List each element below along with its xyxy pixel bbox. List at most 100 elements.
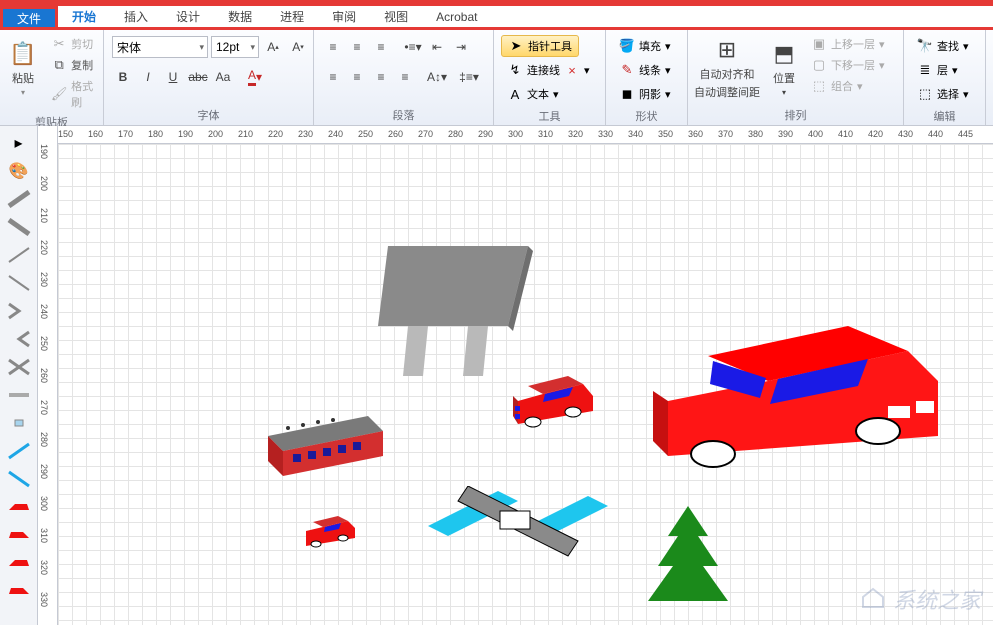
send-backward-button[interactable]: ▢下移一层▾ bbox=[808, 56, 888, 74]
font-color-button[interactable]: A▾ bbox=[244, 66, 266, 88]
shape-chevron-2[interactable] bbox=[5, 328, 33, 350]
shape-cross[interactable] bbox=[5, 356, 33, 378]
grow-font-button[interactable]: A▴ bbox=[262, 36, 284, 58]
pointer-tool-button[interactable]: ➤指针工具 bbox=[501, 35, 579, 57]
shape-line-1[interactable] bbox=[5, 188, 33, 210]
menu-tab-file[interactable]: 文件 bbox=[0, 6, 58, 27]
shape-blue-line-1[interactable] bbox=[5, 440, 33, 462]
connector-icon: ↯ bbox=[507, 62, 523, 78]
fill-button[interactable]: 🪣填充▾ bbox=[613, 35, 677, 57]
shape-line-3[interactable] bbox=[5, 244, 33, 266]
vertical-ruler: /*populated below*/ 19020021022023024025… bbox=[38, 126, 58, 625]
align-right-button[interactable]: ≡ bbox=[370, 66, 392, 88]
indent-decrease-button[interactable]: ⇤ bbox=[426, 36, 448, 58]
line-style-button[interactable]: ✎线条▾ bbox=[613, 59, 677, 81]
shape-palette-icon[interactable]: 🎨 bbox=[5, 160, 33, 182]
cut-button[interactable]: ✂剪切 bbox=[48, 35, 97, 53]
find-button[interactable]: 🔭查找▾ bbox=[911, 35, 975, 57]
house-icon bbox=[859, 587, 887, 611]
indent-increase-button[interactable]: ⇥ bbox=[450, 36, 472, 58]
font-family-combo[interactable]: 宋体 bbox=[112, 36, 208, 58]
menu-tab-home[interactable]: 开始 bbox=[58, 6, 110, 27]
menubar: 文件 开始 插入 设计 数据 进程 审阅 视图 Acrobat bbox=[0, 6, 993, 30]
x-icon: × bbox=[564, 62, 580, 78]
shape-car-3[interactable] bbox=[5, 552, 33, 574]
align-left-button[interactable]: ≡ bbox=[322, 66, 344, 88]
drawing-canvas[interactable]: 1501601701801902002102202302402502602702… bbox=[58, 126, 993, 625]
bring-forward-button[interactable]: ▣上移一层▾ bbox=[808, 35, 888, 53]
ribbon: 📋 粘贴 ▾ ✂剪切 ⧉复制 🖌格式刷 剪贴板 宋体 12pt A▴ A▾ B … bbox=[0, 30, 993, 126]
align-icon: ⊞ bbox=[713, 36, 741, 64]
align-center-button[interactable]: ≡ bbox=[346, 66, 368, 88]
menu-tab-review[interactable]: 审阅 bbox=[318, 6, 370, 27]
canvas-tiny-car[interactable] bbox=[303, 516, 363, 551]
shadow-icon: ◼ bbox=[619, 86, 635, 102]
canvas-small-car[interactable] bbox=[513, 376, 603, 431]
menu-tab-acrobat[interactable]: Acrobat bbox=[422, 6, 491, 27]
bold-button[interactable]: B bbox=[112, 66, 134, 88]
canvas-billboard[interactable] bbox=[378, 236, 538, 386]
arrange-group-label: 排列 bbox=[692, 107, 899, 123]
text-tool-button[interactable]: A文本▾ bbox=[501, 83, 565, 105]
line-spacing-button[interactable]: ‡≡▾ bbox=[458, 66, 480, 88]
canvas-tree[interactable] bbox=[638, 506, 738, 625]
bullets-button[interactable]: •≡▾ bbox=[402, 36, 424, 58]
shape-overpass[interactable] bbox=[5, 412, 33, 434]
copy-button[interactable]: ⧉复制 bbox=[48, 56, 97, 74]
canvas-large-car[interactable] bbox=[648, 326, 948, 476]
paste-button[interactable]: 📋 粘贴 ▾ bbox=[4, 32, 42, 104]
scissors-icon: ✂ bbox=[51, 36, 67, 52]
justify-button[interactable]: ≡ bbox=[394, 66, 416, 88]
shapes-panel: ▸ 🎨 bbox=[0, 126, 38, 625]
shape-line-2[interactable] bbox=[5, 216, 33, 238]
shrink-font-button[interactable]: A▾ bbox=[287, 36, 309, 58]
select-button[interactable]: ⬚选择▾ bbox=[911, 83, 975, 105]
horizontal-ruler: 1501601701801902002102202302402502602702… bbox=[58, 126, 993, 144]
shape-car-4[interactable] bbox=[5, 580, 33, 602]
connector-button[interactable]: ↯连接线×▾ bbox=[501, 59, 596, 81]
menu-tab-data[interactable]: 数据 bbox=[214, 6, 266, 27]
group-button[interactable]: ⬚组合▾ bbox=[808, 77, 888, 95]
shape-car-1[interactable] bbox=[5, 496, 33, 518]
layers-icon: ≣ bbox=[917, 62, 933, 78]
format-painter-button[interactable]: 🖌格式刷 bbox=[48, 77, 97, 111]
paste-label: 粘贴 bbox=[12, 70, 34, 86]
menu-tab-insert[interactable]: 插入 bbox=[110, 6, 162, 27]
watermark: 系统之家 bbox=[859, 583, 981, 615]
text-case-button[interactable]: Aa bbox=[212, 66, 234, 88]
auto-align-button[interactable]: ⊞ 自动对齐和 自动调整间距 bbox=[692, 32, 762, 104]
clipboard-icon: 📋 bbox=[9, 40, 37, 68]
shadow-button[interactable]: ◼阴影▾ bbox=[613, 83, 677, 105]
italic-button[interactable]: I bbox=[137, 66, 159, 88]
menu-tab-process[interactable]: 进程 bbox=[266, 6, 318, 27]
shape-line-4[interactable] bbox=[5, 272, 33, 294]
canvas-intersection[interactable] bbox=[428, 486, 608, 576]
shape-chevron-1[interactable] bbox=[5, 300, 33, 322]
position-button[interactable]: ⬒ 位置 ▾ bbox=[766, 32, 802, 104]
align-middle-button[interactable]: ≡ bbox=[346, 36, 368, 58]
backward-icon: ▢ bbox=[811, 57, 827, 73]
shape-car-2[interactable] bbox=[5, 524, 33, 546]
menu-tab-design[interactable]: 设计 bbox=[162, 6, 214, 27]
copy-icon: ⧉ bbox=[51, 57, 67, 73]
editing-group-label: 编辑 bbox=[908, 108, 981, 124]
shape-bar[interactable] bbox=[5, 384, 33, 406]
text-icon: A bbox=[507, 86, 523, 102]
shape-blue-line-2[interactable] bbox=[5, 468, 33, 490]
pen-icon: ✎ bbox=[619, 62, 635, 78]
font-size-combo[interactable]: 12pt bbox=[211, 36, 259, 58]
align-top-button[interactable]: ≡ bbox=[322, 36, 344, 58]
underline-button[interactable]: U bbox=[162, 66, 184, 88]
brush-icon: 🖌 bbox=[51, 86, 67, 102]
align-bottom-button[interactable]: ≡ bbox=[370, 36, 392, 58]
canvas-bus[interactable] bbox=[258, 416, 388, 486]
shape-tab-arrow[interactable]: ▸ bbox=[5, 132, 33, 154]
forward-icon: ▣ bbox=[811, 36, 827, 52]
shapes-group-label: 形状 bbox=[610, 108, 683, 124]
menu-tab-view[interactable]: 视图 bbox=[370, 6, 422, 27]
text-direction-button[interactable]: A↕▾ bbox=[426, 66, 448, 88]
font-group-label: 字体 bbox=[108, 107, 309, 123]
group-icon: ⬚ bbox=[811, 78, 827, 94]
layers-button[interactable]: ≣层▾ bbox=[911, 59, 964, 81]
strikethrough-button[interactable]: abc bbox=[187, 66, 209, 88]
